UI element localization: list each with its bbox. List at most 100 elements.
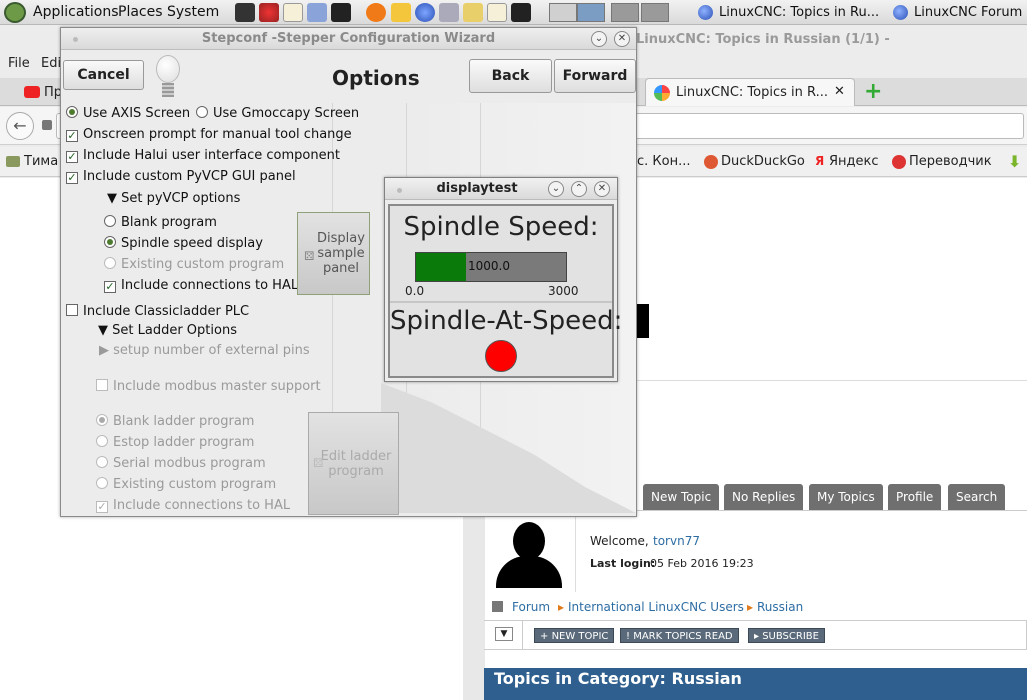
workspace-2[interactable] xyxy=(577,3,605,22)
tab-new-topic[interactable]: New Topic xyxy=(643,484,720,510)
option-label: Serial modbus program xyxy=(113,456,266,471)
back-arrow-icon[interactable]: ← xyxy=(6,112,34,140)
taskbar-item-forum[interactable]: LinuxCNC Forum xyxy=(890,2,1022,23)
spindle-speed-radio[interactable]: Spindle speed display xyxy=(104,236,263,251)
workspace-1[interactable] xyxy=(549,3,577,22)
bookmark-duckduckgo[interactable]: DuckDuckGo xyxy=(704,154,805,169)
button-label: SUBSCRIBE xyxy=(762,631,819,642)
avatar-divider xyxy=(575,510,576,592)
ladder-hal-checkbox[interactable]: ✓ Include connections to HAL xyxy=(96,498,290,513)
tab-linuxcnc[interactable]: LinuxCNC: Topics in R... xyxy=(645,78,855,106)
estop-ladder-radio[interactable]: Estop ladder program xyxy=(96,435,254,450)
avatar xyxy=(492,516,566,588)
speed-bar-min: 0.0 xyxy=(405,284,425,298)
back-button[interactable]: Back xyxy=(469,59,552,93)
tab-no-replies[interactable]: No Replies xyxy=(724,484,804,510)
firefox-icon[interactable] xyxy=(415,3,435,22)
mark-topics-read-button[interactable]: ! MARK TOPICS READ xyxy=(620,628,739,643)
category-header: Topics in Category: Russian xyxy=(484,668,1027,700)
close-button[interactable]: ✕ xyxy=(614,31,630,47)
halui-checkbox[interactable]: ✓ Include Halui user interface component xyxy=(66,148,340,163)
bookmark-item[interactable]: с. Кон... xyxy=(637,154,691,169)
blank-ladder-radio[interactable]: Blank ladder program xyxy=(96,414,254,429)
radio-indicator xyxy=(104,236,116,248)
window-menu-dot[interactable] xyxy=(397,188,402,193)
pyvcp-expander[interactable]: ▼ Set pyVCP options xyxy=(107,191,240,206)
bookmark-yandex[interactable]: Я Яндекс xyxy=(815,154,879,169)
menu-places[interactable]: Places xyxy=(118,4,163,20)
close-button[interactable]: ✕ xyxy=(594,181,610,197)
menu-system[interactable]: System xyxy=(167,4,219,20)
tool-change-prompt-checkbox[interactable]: ✓ Onscreen prompt for manual tool change xyxy=(66,127,352,142)
subscribe-button[interactable]: ▸ SUBSCRIBE xyxy=(748,628,825,643)
action-divider xyxy=(522,620,523,650)
breadcrumb-forum[interactable]: Forum xyxy=(512,600,550,614)
calculator-icon[interactable] xyxy=(307,3,327,22)
bookmark-translator[interactable]: Переводчик xyxy=(892,154,992,169)
serial-modbus-radio[interactable]: Serial modbus program xyxy=(96,456,266,471)
notes-icon[interactable] xyxy=(487,3,507,22)
blank-program-radio[interactable]: Blank program xyxy=(104,215,217,230)
folder-icon[interactable] xyxy=(463,3,483,22)
edit-ladder-program-button[interactable]: ⚄ Edit ladder program xyxy=(308,412,399,515)
existing-ladder-radio[interactable]: Existing custom program xyxy=(96,477,276,492)
external-pins-expander[interactable]: ▶ setup number of external pins xyxy=(99,343,310,358)
display-sample-panel-button[interactable]: ⚄ Display sample panel xyxy=(297,212,370,295)
radio-indicator xyxy=(104,257,116,269)
option-label: Include Classicladder PLC xyxy=(83,304,250,319)
window-menu-dot[interactable] xyxy=(73,37,78,42)
tux-icon[interactable] xyxy=(391,3,411,22)
console-icon[interactable] xyxy=(511,3,531,22)
screenshot-icon[interactable] xyxy=(439,3,459,22)
translator-icon xyxy=(892,155,906,169)
username-link[interactable]: torvn77 xyxy=(653,534,700,548)
new-topic-button[interactable]: + NEW TOPIC xyxy=(534,628,615,643)
modbus-checkbox[interactable]: Include modbus master support xyxy=(96,379,321,394)
minimize-button[interactable]: ⌄ xyxy=(591,31,607,47)
firefox-icon xyxy=(893,5,908,20)
pyvcp-checkbox[interactable]: ✓ Include custom PyVCP GUI panel xyxy=(66,169,296,184)
forward-button[interactable]: Forward xyxy=(554,59,636,93)
new-tab-button[interactable]: + xyxy=(864,79,882,104)
breadcrumb-russian[interactable]: Russian xyxy=(757,600,803,614)
classicladder-checkbox[interactable]: Include Classicladder PLC xyxy=(66,304,249,319)
page-heading: Options xyxy=(332,66,420,90)
download-arrow-icon[interactable]: ⬇ xyxy=(1008,152,1021,171)
gmoccapy-screen-radio[interactable]: Use Gmoccapy Screen xyxy=(196,106,359,121)
tab-my-topics[interactable]: My Topics xyxy=(809,484,883,510)
panel-logo-icon[interactable] xyxy=(4,2,26,23)
settings-icon[interactable] xyxy=(259,3,279,22)
blender-icon[interactable] xyxy=(366,3,386,22)
option-label: Include custom PyVCP GUI panel xyxy=(83,169,296,184)
breadcrumb-international[interactable]: International LinuxCNC Users xyxy=(568,600,744,614)
axis-screen-radio[interactable]: Use AXIS Screen xyxy=(66,106,190,121)
cancel-button[interactable]: Cancel xyxy=(63,60,144,90)
ladder-expander[interactable]: ▼ Set Ladder Options xyxy=(98,323,237,338)
collapse-dropdown-icon[interactable]: ▼ xyxy=(495,627,513,641)
menu-edit[interactable]: Edi xyxy=(41,56,61,71)
menu-file[interactable]: File xyxy=(8,56,30,71)
text-editor-icon[interactable] xyxy=(283,3,303,22)
pyvcp-hal-checkbox[interactable]: ✓ Include connections to HAL xyxy=(104,278,298,293)
speed-bar: 1000.0 xyxy=(415,252,567,282)
existing-custom-program-radio[interactable]: Existing custom program xyxy=(104,257,284,272)
tab-close-button[interactable]: ✕ xyxy=(834,84,845,99)
taskbar-item-firefox[interactable]: LinuxCNC: Topics in Ru... xyxy=(695,2,879,23)
expander-label: Set pyVCP options xyxy=(121,191,241,206)
menu-applications[interactable]: Applications xyxy=(33,4,119,20)
workspace-3[interactable] xyxy=(611,3,639,22)
tab-youtube[interactable]: Пр xyxy=(22,85,62,100)
welcome-text: Welcome, xyxy=(590,534,649,548)
terminal-icon[interactable] xyxy=(235,3,255,22)
minimize-button[interactable]: ⌄ xyxy=(548,181,564,197)
tab-profile[interactable]: Profile xyxy=(888,484,942,510)
inkscape-icon[interactable] xyxy=(331,3,351,22)
tab-search[interactable]: Search xyxy=(948,484,1006,510)
bookmark-folder[interactable]: Тима xyxy=(6,154,58,169)
at-speed-led xyxy=(485,340,517,372)
workspace-4[interactable] xyxy=(641,3,669,22)
spindle-speed-label: Spindle Speed: xyxy=(403,212,599,242)
stepconf-title[interactable]: Stepconf -Stepper Configuration Wizard xyxy=(61,28,636,50)
option-label: Estop ladder program xyxy=(113,435,255,450)
maximize-button[interactable]: ⌃ xyxy=(571,181,587,197)
